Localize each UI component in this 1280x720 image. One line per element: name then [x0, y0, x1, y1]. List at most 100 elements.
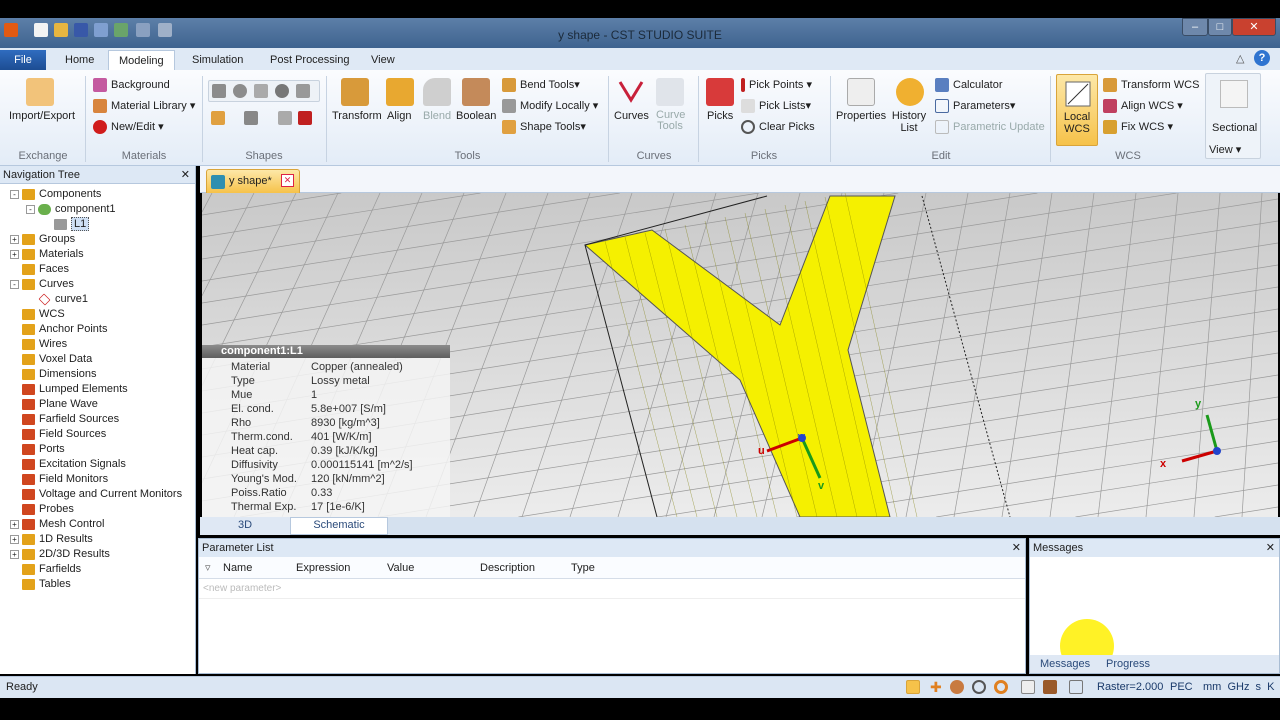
zoom-icon[interactable]: [972, 680, 986, 694]
pick-points-button[interactable]: Pick Points ▾: [741, 78, 812, 93]
close-icon[interactable]: ✕: [1012, 541, 1021, 554]
rotate-icon[interactable]: [244, 111, 258, 125]
sphere-icon[interactable]: [233, 84, 247, 98]
align-button[interactable]: Align: [387, 110, 411, 122]
calculator-button[interactable]: Calculator: [935, 78, 1003, 92]
tab-view[interactable]: View: [361, 50, 405, 70]
tree-item[interactable]: Faces: [10, 263, 69, 275]
curve-tools-button[interactable]: Curve Tools: [656, 110, 685, 132]
spin-icon[interactable]: [994, 680, 1008, 694]
curves-button[interactable]: Curves: [614, 110, 649, 122]
parameters-button[interactable]: Parameters▾: [935, 99, 1015, 114]
bend-tools-button[interactable]: Bend Tools▾: [502, 78, 580, 93]
tab-home[interactable]: Home: [55, 50, 104, 70]
tab-messages[interactable]: Messages: [1040, 658, 1090, 670]
tree-item[interactable]: + Groups: [10, 233, 75, 245]
zoom-rectangle-icon[interactable]: [906, 680, 920, 694]
tab-post-processing[interactable]: Post Processing: [260, 50, 359, 70]
tree-item[interactable]: +2D/3D Results: [10, 548, 110, 560]
tree-item[interactable]: Farfields: [10, 563, 81, 575]
column-value[interactable]: Value: [387, 562, 414, 574]
close-tab-icon[interactable]: ✕: [281, 174, 294, 187]
expander-icon[interactable]: +: [10, 234, 19, 244]
brick-icon[interactable]: [212, 84, 226, 98]
expander-icon[interactable]: +: [10, 534, 19, 544]
torus-icon[interactable]: [275, 84, 289, 98]
tree-item[interactable]: L1: [42, 217, 90, 231]
tree-item[interactable]: Anchor Points: [10, 323, 107, 335]
tree-item[interactable]: - component1: [26, 203, 116, 215]
tab-file[interactable]: File: [0, 50, 46, 70]
column-name[interactable]: Name: [223, 562, 252, 574]
tab-schematic[interactable]: Schematic: [290, 517, 388, 535]
help-icon[interactable]: ?: [1254, 50, 1270, 66]
maximize-button[interactable]: □: [1208, 18, 1232, 36]
loft-icon[interactable]: [278, 111, 292, 125]
local-wcs-button[interactable]: Local WCS: [1056, 74, 1098, 146]
new-parameter-row[interactable]: <new parameter>: [199, 579, 1025, 599]
shape-tools-button[interactable]: Shape Tools▾: [502, 120, 586, 135]
blend-button[interactable]: Blend: [423, 110, 451, 122]
sweep-icon[interactable]: [298, 111, 312, 125]
tree-item[interactable]: Tables: [10, 578, 71, 590]
view-cube-icon[interactable]: [1069, 680, 1083, 694]
filter-icon[interactable]: ▿: [205, 561, 211, 574]
rotate-view-icon[interactable]: [950, 680, 964, 694]
units-readout[interactable]: mm GHz s K: [1203, 681, 1275, 693]
background-button[interactable]: Background: [93, 78, 170, 92]
modify-locally-button[interactable]: Modify Locally ▾: [502, 99, 598, 114]
tree-item[interactable]: Plane Wave: [10, 398, 98, 410]
expander-icon[interactable]: -: [26, 204, 35, 214]
tree-item[interactable]: Voxel Data: [10, 353, 92, 365]
reset-view-icon[interactable]: [1021, 680, 1035, 694]
fix-wcs-button[interactable]: Fix WCS ▾: [1103, 120, 1173, 135]
expander-icon[interactable]: +: [10, 549, 19, 559]
tree-item[interactable]: - Components: [10, 188, 101, 200]
sectional-view-button[interactable]: Sectional: [1212, 122, 1257, 134]
tree-item[interactable]: + Materials: [10, 248, 84, 260]
tree-item[interactable]: WCS: [10, 308, 65, 320]
column-description[interactable]: Description: [480, 562, 535, 574]
tree-item[interactable]: Wires: [10, 338, 67, 350]
tree-item[interactable]: + Mesh Control: [10, 518, 104, 530]
picks-button[interactable]: Picks: [707, 110, 733, 122]
tree-item[interactable]: Dimensions: [10, 368, 96, 380]
import-export-button[interactable]: Import/Export: [9, 110, 75, 122]
history-list-button[interactable]: History List: [891, 110, 927, 134]
tree-item[interactable]: - Curves: [10, 278, 74, 290]
close-icon[interactable]: ✕: [181, 168, 190, 181]
transform-wcs-button[interactable]: Transform WCS: [1103, 78, 1199, 92]
pick-lists-button[interactable]: Pick Lists▾: [741, 99, 811, 114]
properties-button[interactable]: Properties: [836, 110, 886, 122]
material-library-button[interactable]: Material Library ▾: [93, 99, 195, 114]
tab-3d[interactable]: 3D: [200, 517, 290, 535]
tree-item[interactable]: Ports: [10, 443, 65, 455]
tree-item[interactable]: Voltage and Current Monitors: [10, 488, 182, 500]
cone-icon[interactable]: [254, 84, 268, 98]
pan-icon[interactable]: ✚: [930, 680, 944, 694]
expander-icon[interactable]: +: [10, 519, 19, 529]
new-edit-button[interactable]: New/Edit ▾: [93, 120, 164, 135]
align-wcs-button[interactable]: Align WCS ▾: [1103, 99, 1183, 114]
tab-modeling[interactable]: Modeling: [108, 50, 175, 70]
tree-item[interactable]: Probes: [10, 503, 74, 515]
expander-icon[interactable]: -: [10, 279, 19, 289]
tree-item[interactable]: Farfield Sources: [10, 413, 119, 425]
close-icon[interactable]: ✕: [1266, 541, 1275, 554]
tree-item[interactable]: Field Sources: [10, 428, 106, 440]
tab-progress[interactable]: Progress: [1106, 658, 1150, 670]
expander-icon[interactable]: +: [10, 249, 19, 259]
extrude-icon[interactable]: [211, 111, 225, 125]
close-button[interactable]: ✕: [1232, 18, 1276, 36]
column-type[interactable]: Type: [571, 562, 595, 574]
tree-item[interactable]: curve1: [26, 293, 88, 306]
column-expression[interactable]: Expression: [296, 562, 350, 574]
doc-tab-y-shape[interactable]: y shape* ✕: [206, 169, 300, 193]
tab-simulation[interactable]: Simulation: [182, 50, 253, 70]
minimize-button[interactable]: –: [1182, 18, 1208, 36]
boolean-button[interactable]: Boolean: [456, 110, 496, 122]
clear-picks-button[interactable]: Clear Picks: [741, 120, 815, 134]
tree-item[interactable]: Lumped Elements: [10, 383, 128, 395]
tree-item[interactable]: Field Monitors: [10, 473, 108, 485]
cylinder-icon[interactable]: [296, 84, 310, 98]
